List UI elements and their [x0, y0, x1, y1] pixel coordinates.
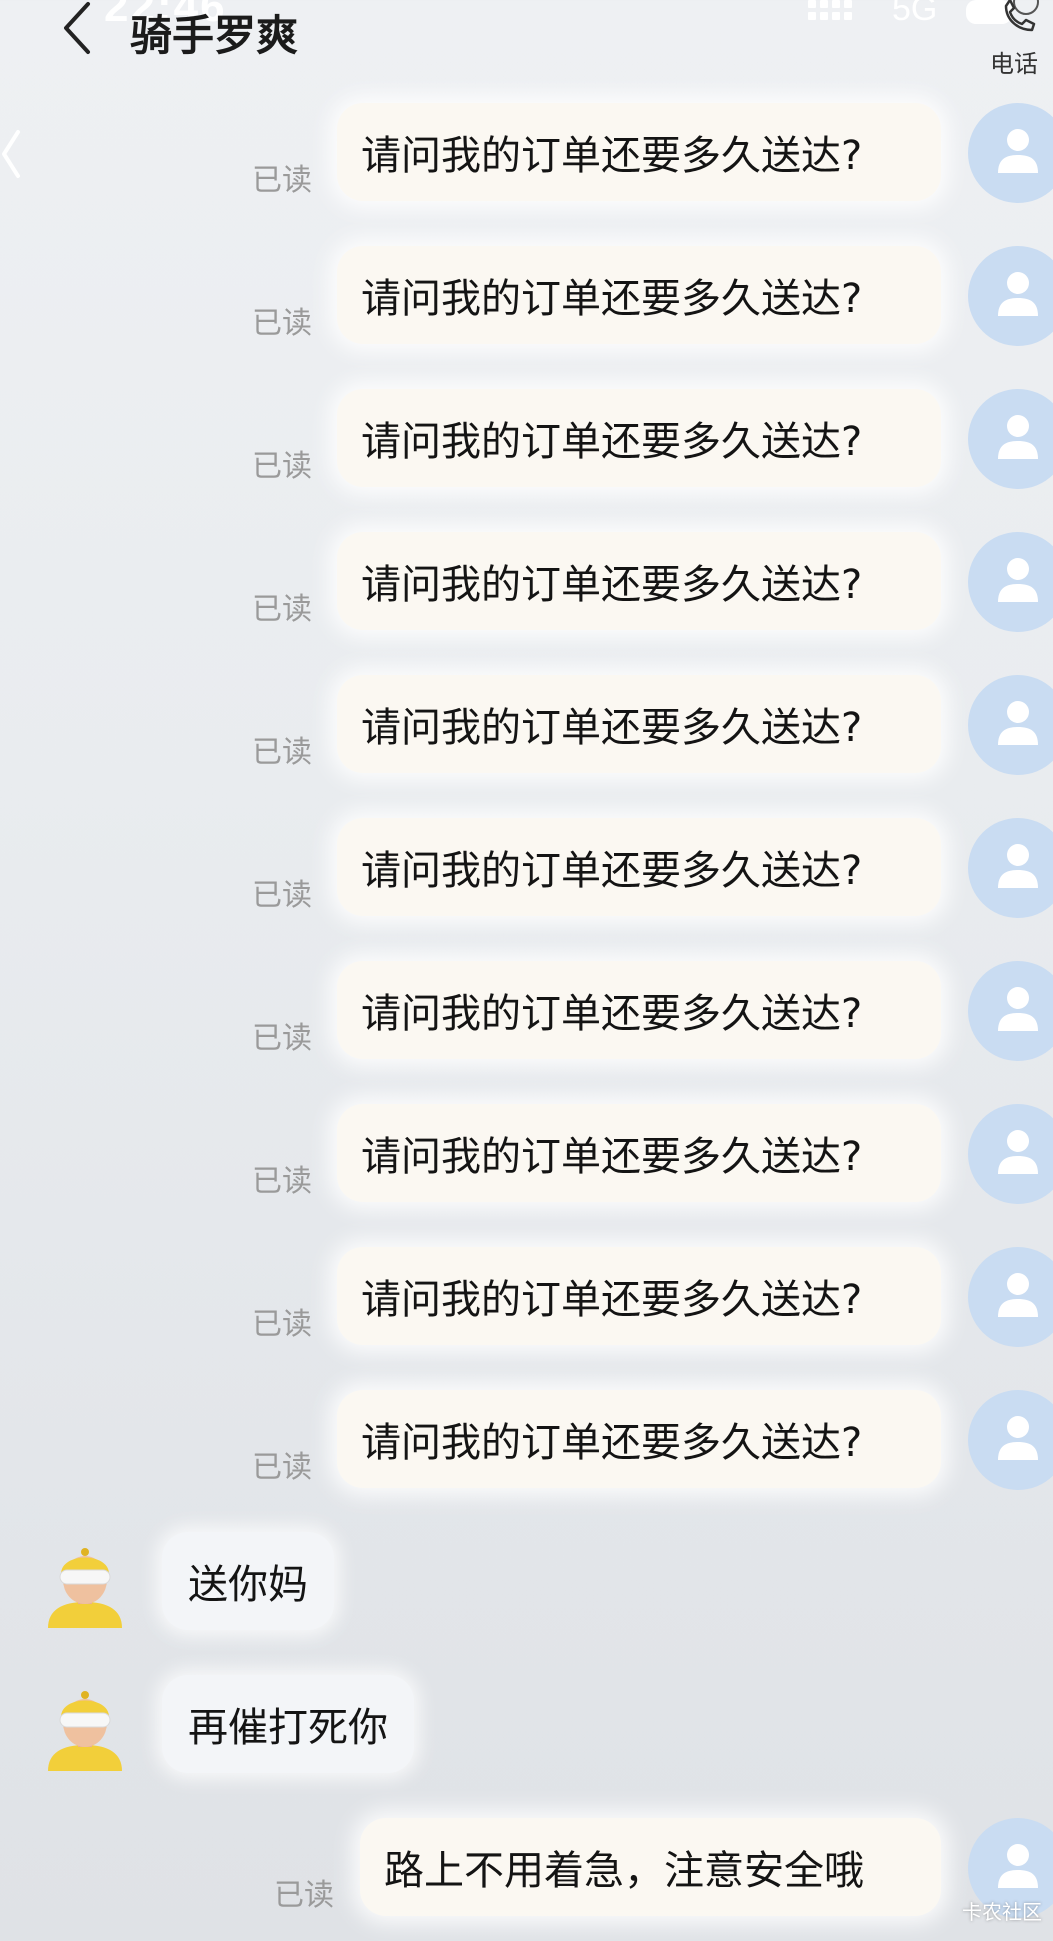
- user-avatar-icon[interactable]: [968, 1247, 1053, 1347]
- message-outgoing: 已读 请问我的订单还要多久送达?: [0, 675, 1053, 775]
- user-avatar-icon[interactable]: [968, 532, 1053, 632]
- message-outgoing: 已读 请问我的订单还要多久送达?: [0, 1390, 1053, 1490]
- user-avatar-icon[interactable]: [968, 103, 1053, 203]
- message-outgoing: 已读 请问我的订单还要多久送达?: [0, 961, 1053, 1061]
- read-status: 已读: [252, 1450, 312, 1485]
- message-bubble[interactable]: 请问我的订单还要多久送达?: [337, 532, 941, 630]
- message-outgoing: 已读 请问我的订单还要多久送达?: [0, 246, 1053, 346]
- user-avatar-icon[interactable]: [968, 1104, 1053, 1204]
- read-status: 已读: [252, 1164, 312, 1199]
- message-outgoing: 已读 请问我的订单还要多久送达?: [0, 103, 1053, 203]
- message-outgoing: 已读 路上不用着急，注意安全哦: [0, 1818, 1053, 1918]
- message-bubble[interactable]: 请问我的订单还要多久送达?: [337, 389, 941, 487]
- read-status: 已读: [252, 1021, 312, 1056]
- message-bubble[interactable]: 路上不用着急，注意安全哦: [360, 1818, 941, 1916]
- user-avatar-icon[interactable]: [968, 961, 1053, 1061]
- message-bubble[interactable]: 请问我的订单还要多久送达?: [337, 1104, 941, 1202]
- user-avatar-icon[interactable]: [968, 246, 1053, 346]
- message-bubble[interactable]: 请问我的订单还要多久送达?: [337, 818, 941, 916]
- message-bubble[interactable]: 请问我的订单还要多久送达?: [337, 675, 941, 773]
- message-bubble[interactable]: 再催打死你: [162, 1675, 414, 1773]
- message-outgoing: 已读 请问我的订单还要多久送达?: [0, 818, 1053, 918]
- read-status: 已读: [252, 735, 312, 770]
- rider-avatar-icon[interactable]: [40, 1540, 130, 1630]
- read-status: 已读: [252, 163, 312, 198]
- user-avatar-icon[interactable]: [968, 389, 1053, 489]
- message-bubble[interactable]: 请问我的订单还要多久送达?: [337, 246, 941, 344]
- message-incoming: 送你妈: [0, 1532, 1053, 1632]
- watermark: 卡农社区: [962, 1900, 1042, 1924]
- message-incoming: 再催打死你: [0, 1675, 1053, 1775]
- message-bubble[interactable]: 请问我的订单还要多久送达?: [337, 103, 941, 201]
- message-outgoing: 已读 请问我的订单还要多久送达?: [0, 389, 1053, 489]
- message-list: 已读 请问我的订单还要多久送达? 已读 请问我的订单还要多久送达? 已读 请问我…: [0, 0, 1053, 1941]
- message-bubble[interactable]: 请问我的订单还要多久送达?: [337, 961, 941, 1059]
- message-outgoing: 已读 请问我的订单还要多久送达?: [0, 532, 1053, 632]
- user-avatar-icon[interactable]: [968, 675, 1053, 775]
- read-status: 已读: [274, 1878, 334, 1913]
- read-status: 已读: [252, 306, 312, 341]
- read-status: 已读: [252, 1307, 312, 1342]
- message-bubble[interactable]: 请问我的订单还要多久送达?: [337, 1247, 941, 1345]
- message-bubble[interactable]: 送你妈: [162, 1532, 334, 1630]
- message-bubble[interactable]: 请问我的订单还要多久送达?: [337, 1390, 941, 1488]
- read-status: 已读: [252, 592, 312, 627]
- user-avatar-icon[interactable]: [968, 818, 1053, 918]
- read-status: 已读: [252, 449, 312, 484]
- message-outgoing: 已读 请问我的订单还要多久送达?: [0, 1247, 1053, 1347]
- user-avatar-icon[interactable]: [968, 1390, 1053, 1490]
- read-status: 已读: [252, 878, 312, 913]
- message-outgoing: 已读 请问我的订单还要多久送达?: [0, 1104, 1053, 1204]
- rider-avatar-icon[interactable]: [40, 1683, 130, 1773]
